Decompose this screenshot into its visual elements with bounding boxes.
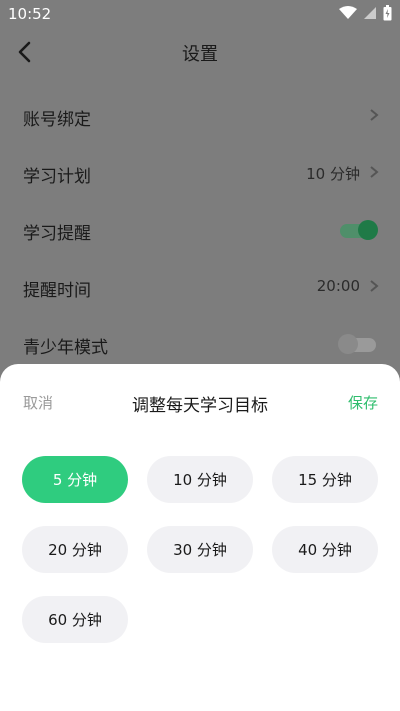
- toggle-knob: [338, 334, 358, 354]
- settings-row-label: 青少年模式: [23, 338, 108, 358]
- settings-row-value: 20:00: [316, 277, 360, 295]
- settings-list: 账号绑定学习计划 10 分钟学习提醒提醒时间 20:00 青少年模式: [0, 88, 400, 373]
- battery-icon: [383, 5, 392, 21]
- toggle-switch[interactable]: [338, 334, 376, 354]
- settings-row-account-binding[interactable]: 账号绑定: [0, 88, 400, 145]
- chevron-right-icon: [370, 166, 379, 178]
- header: 设置: [0, 28, 400, 78]
- toggle-knob: [358, 220, 378, 240]
- goal-option-button[interactable]: 5 分钟: [22, 456, 128, 503]
- daily-goal-sheet: 取消 调整每天学习目标 保存 5 分钟 10 分钟 15 分钟 20 分钟 30 分钟 4…: [0, 364, 400, 711]
- goal-option-button[interactable]: 15 分钟: [272, 456, 378, 503]
- status-bar: 10:52: [0, 0, 400, 28]
- page-title: 设置: [182, 44, 218, 65]
- toggle-switch[interactable]: [340, 220, 378, 240]
- goal-option-button[interactable]: 40 分钟: [272, 526, 378, 573]
- status-icons: [339, 5, 392, 21]
- settings-row-study-reminder[interactable]: 学习提醒: [0, 202, 400, 259]
- goal-option-button[interactable]: 10 分钟: [147, 456, 253, 503]
- status-time: 10:52: [8, 5, 52, 23]
- signal-icon: [364, 7, 376, 19]
- wifi-icon: [339, 6, 357, 19]
- goal-option-button[interactable]: 20 分钟: [22, 526, 128, 573]
- settings-row-study-plan[interactable]: 学习计划 10 分钟: [0, 145, 400, 202]
- goal-option-button[interactable]: 60 分钟: [22, 596, 128, 643]
- goal-option-button[interactable]: 30 分钟: [147, 526, 253, 573]
- sheet-header: 取消 调整每天学习目标 保存: [0, 364, 400, 440]
- goal-options: 5 分钟 10 分钟 15 分钟 20 分钟 30 分钟 40 分钟 60 分钟: [22, 456, 378, 643]
- chevron-right-icon: [370, 109, 379, 121]
- settings-row-value: 10 分钟: [306, 165, 360, 183]
- settings-row-label: 学习提醒: [23, 224, 91, 244]
- settings-row-label: 账号绑定: [23, 110, 91, 130]
- chevron-right-icon: [370, 280, 379, 292]
- settings-row-label: 学习计划: [23, 167, 91, 187]
- save-button[interactable]: 保存: [348, 392, 378, 413]
- sheet-title: 调整每天学习目标: [132, 396, 268, 416]
- settings-row-reminder-time[interactable]: 提醒时间 20:00: [0, 259, 400, 316]
- settings-row-label: 提醒时间: [23, 281, 91, 301]
